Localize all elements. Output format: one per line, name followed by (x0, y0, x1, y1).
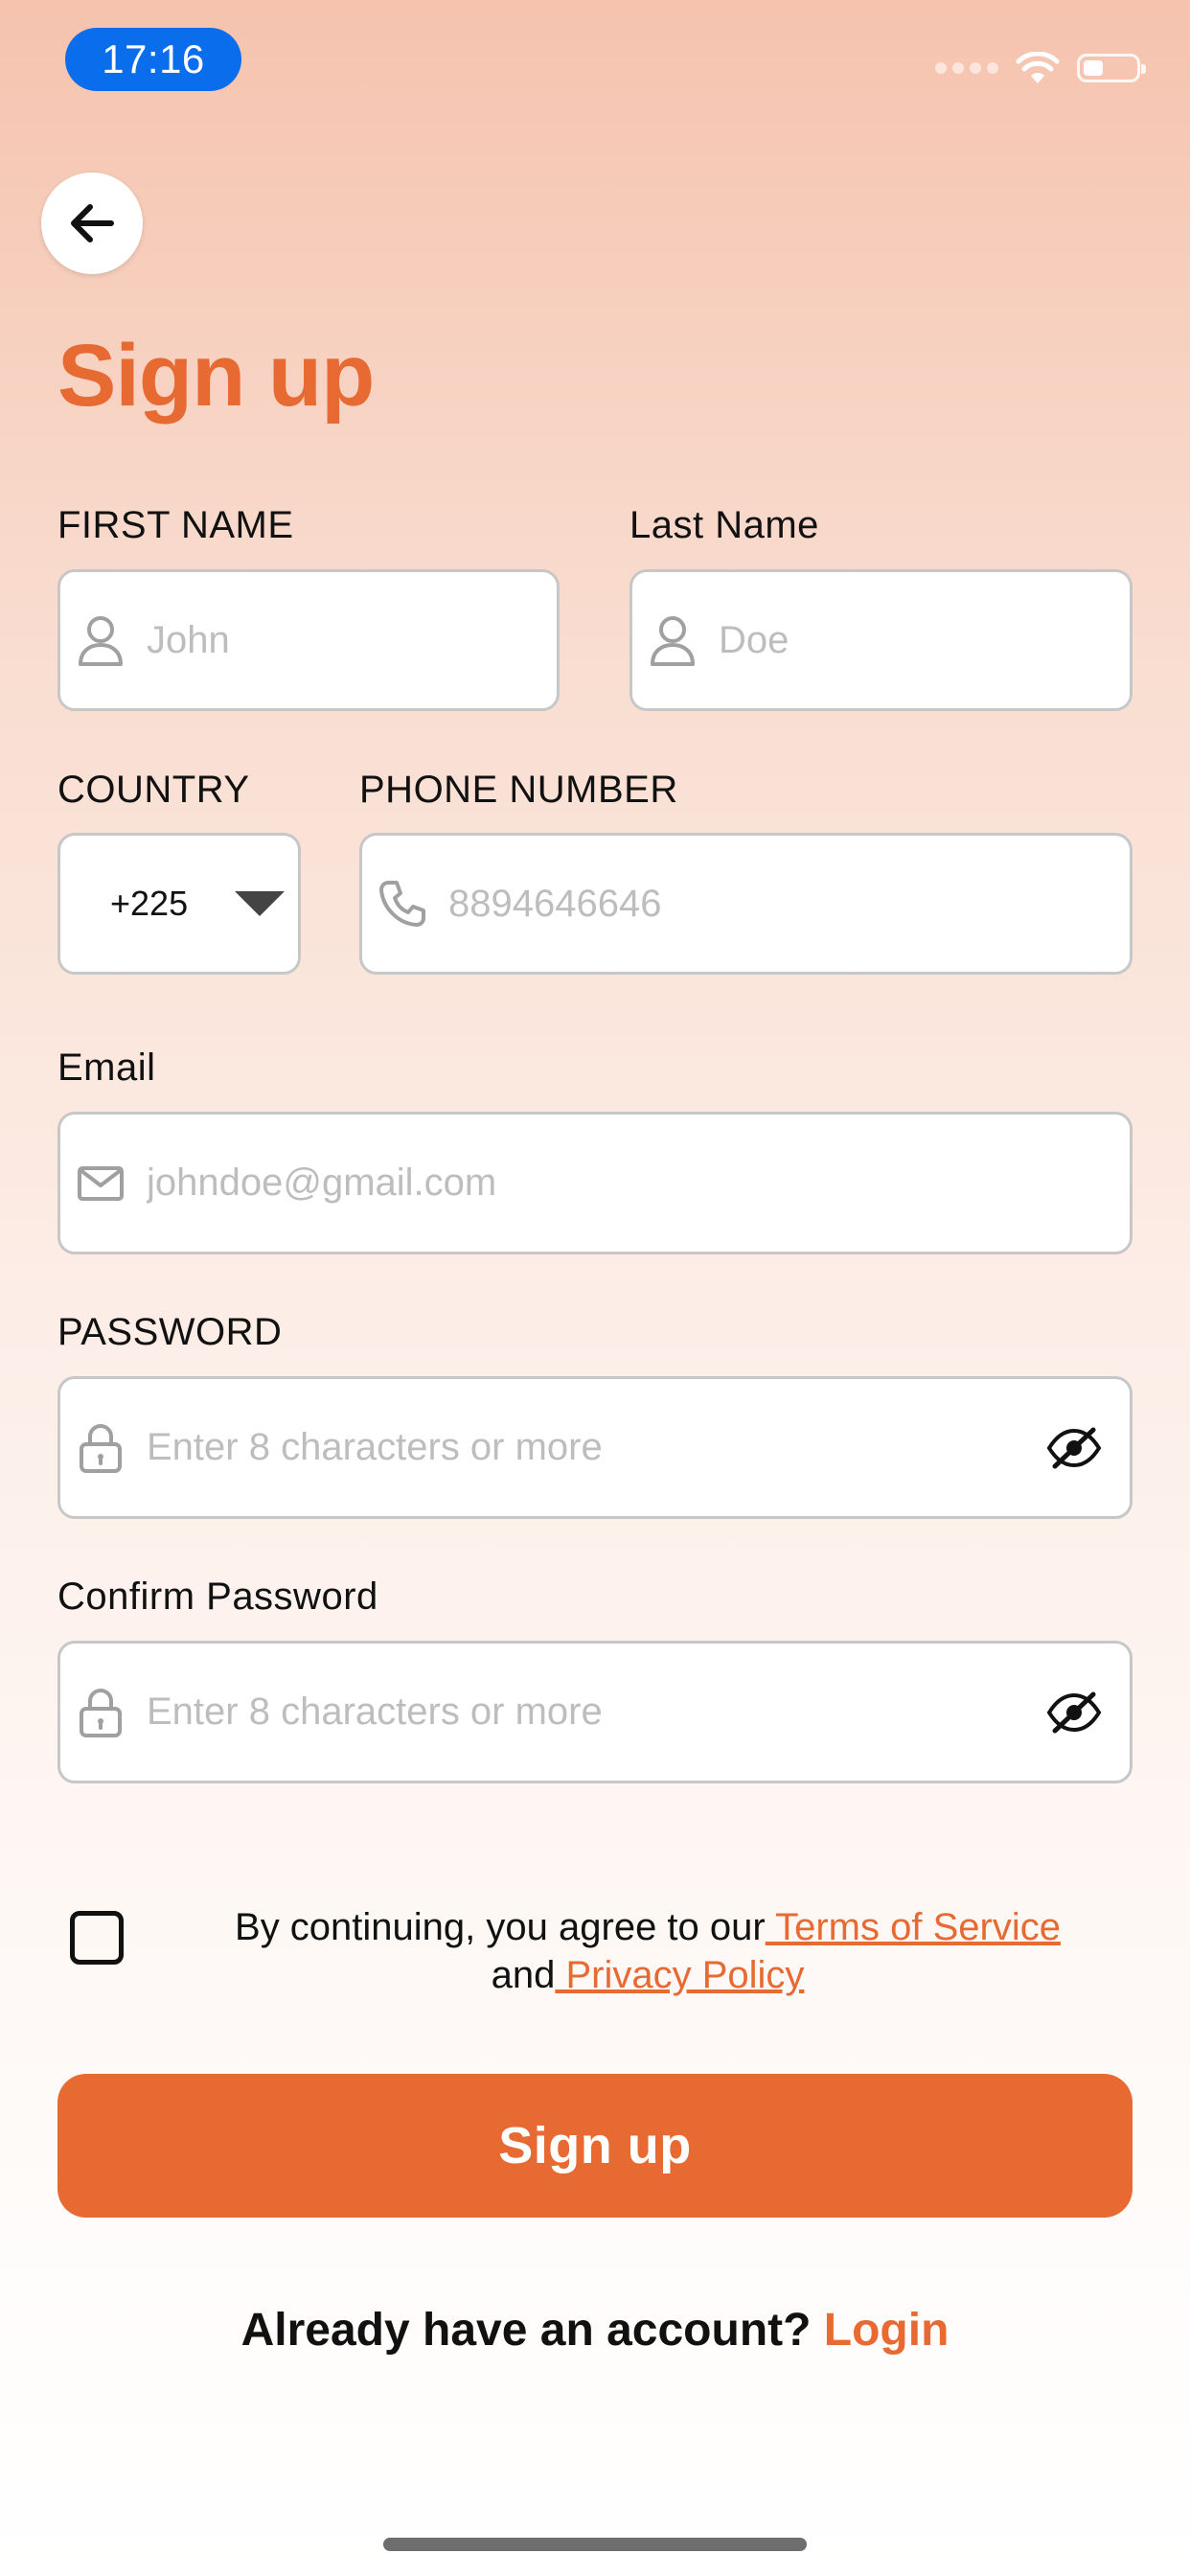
terms-agreement: By continuing, you agree to our Terms of… (57, 1898, 1133, 2003)
back-button[interactable] (41, 172, 143, 274)
password-label: PASSWORD (57, 1311, 283, 1353)
phone-label: PHONE NUMBER (359, 769, 678, 811)
password-input[interactable] (147, 1379, 1024, 1516)
terms-prefix: By continuing, you agree to our (235, 1906, 766, 1948)
user-icon (646, 613, 699, 667)
login-prompt: Already have an account? Login (0, 2304, 1190, 2357)
confirm-password-label: Confirm Password (57, 1576, 378, 1618)
privacy-policy-link[interactable]: Privacy Policy (555, 1954, 804, 1996)
login-link[interactable]: Login (824, 2305, 950, 2356)
terms-checkbox[interactable] (70, 1911, 124, 1965)
first-name-field (57, 569, 560, 711)
eye-off-icon (1046, 1691, 1102, 1733)
country-code-value: +225 (110, 884, 189, 923)
phone-input[interactable] (448, 836, 1110, 972)
last-name-input[interactable] (719, 572, 1110, 708)
country-label: COUNTRY (57, 769, 250, 811)
terms-of-service-link[interactable]: Terms of Service (766, 1906, 1061, 1948)
lock-icon (74, 1686, 127, 1739)
first-name-label: FIRST NAME (57, 504, 294, 546)
terms-text: By continuing, you agree to our Terms of… (163, 1903, 1133, 1999)
password-visibility-toggle[interactable] (1045, 1419, 1103, 1477)
status-indicators (935, 52, 1146, 84)
signal-icon (935, 62, 998, 74)
eye-off-icon (1046, 1427, 1102, 1468)
last-name-field (629, 569, 1133, 711)
terms-middle: and (491, 1954, 556, 1996)
mail-icon (74, 1157, 127, 1210)
phone-icon (376, 877, 429, 931)
password-field (57, 1376, 1133, 1519)
lock-icon (74, 1421, 127, 1475)
email-field (57, 1112, 1133, 1254)
page-title: Sign up (57, 327, 375, 425)
phone-field (359, 833, 1133, 975)
email-input[interactable] (147, 1115, 1110, 1252)
home-indicator (383, 2538, 807, 2551)
email-label: Email (57, 1046, 156, 1089)
last-name-label: Last Name (629, 504, 819, 546)
arrow-left-icon (71, 204, 114, 242)
user-icon (74, 613, 127, 667)
first-name-input[interactable] (147, 572, 538, 708)
caret-down-icon (235, 891, 285, 916)
confirm-password-field (57, 1641, 1133, 1783)
country-select[interactable]: +225 (57, 833, 301, 975)
wifi-icon (1016, 52, 1060, 83)
status-time: 17:16 (65, 28, 241, 91)
login-prompt-text: Already have an account? (240, 2305, 824, 2356)
confirm-password-visibility-toggle[interactable] (1045, 1684, 1103, 1741)
battery-icon (1077, 54, 1146, 82)
signup-button[interactable]: Sign up (57, 2074, 1133, 2218)
confirm-password-input[interactable] (147, 1644, 1024, 1781)
